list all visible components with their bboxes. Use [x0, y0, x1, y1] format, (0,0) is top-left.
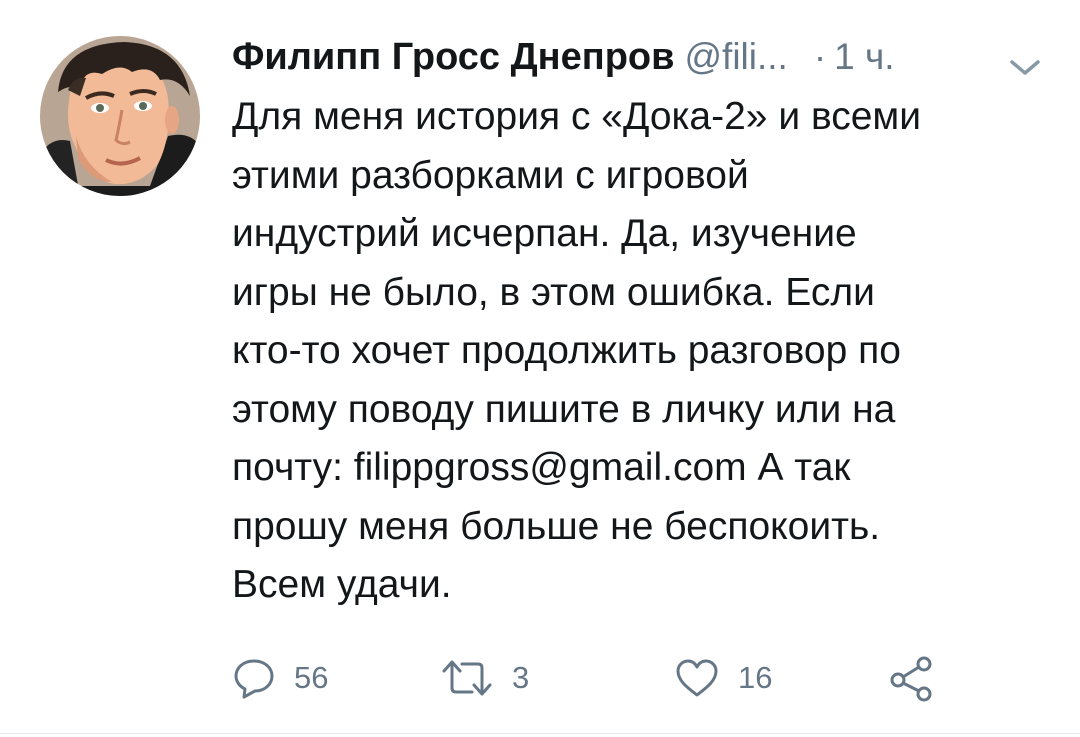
tweet-actions: 56 3 16 [232, 650, 1052, 706]
user-avatar-photo-icon [40, 36, 200, 196]
reply-icon [234, 659, 274, 699]
tweet-header: Филипп Гросс Днепров @fili... · 1 ч. [232, 36, 1052, 86]
retweet-count: 3 [512, 660, 530, 695]
tweet-text: Для меня история с «Дока-2» и всеми этим… [232, 95, 922, 606]
reply-count: 56 [294, 660, 329, 695]
tweet-divider [0, 733, 1080, 734]
share-button[interactable] [888, 650, 936, 706]
like-button[interactable]: 16 [674, 650, 772, 706]
author-handle[interactable]: @fili... [685, 36, 788, 78]
heart-icon [676, 659, 718, 697]
time-separator: · [813, 36, 827, 77]
author-avatar[interactable] [40, 36, 200, 196]
chevron-down-icon[interactable] [1008, 56, 1042, 78]
share-icon [890, 656, 932, 702]
like-count: 16 [738, 660, 773, 695]
reply-button[interactable]: 56 [232, 650, 328, 706]
retweet-icon [442, 660, 492, 696]
tweet-timestamp[interactable]: 1 ч. [834, 36, 894, 78]
tweet-card[interactable]: Филипп Гросс Днепров @fili... · 1 ч. Для… [0, 0, 1080, 737]
retweet-button[interactable]: 3 [440, 650, 529, 706]
author-name[interactable]: Филипп Гросс Днепров [232, 36, 675, 79]
